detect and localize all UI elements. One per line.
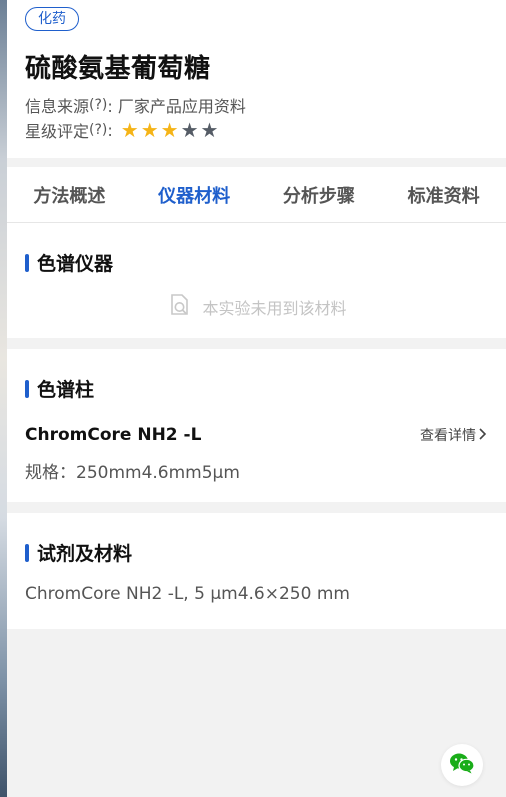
section-bar	[25, 253, 29, 272]
column-name: ChromCore NH2 -L	[25, 425, 202, 445]
view-details-link[interactable]: 查看详情	[420, 425, 488, 445]
rating-separator: :	[107, 120, 113, 140]
section-heading: 色谱仪器	[25, 249, 488, 276]
tab-analysis-steps[interactable]: 分析步骤	[257, 182, 382, 208]
background-strip	[0, 0, 7, 797]
column-spec: 规格：250mm4.6mm5μm	[25, 463, 240, 483]
category-tag: 化药	[25, 7, 79, 31]
rating-row: 星级评定 (?) : ★ ★ ★ ★ ★	[25, 120, 506, 141]
reagent-text: ChromCore NH2 -L, 5 μm4.6×250 mm	[25, 584, 350, 604]
star-icon: ★	[140, 118, 159, 142]
column-item: ChromCore NH2 -L 查看详情	[25, 425, 488, 445]
tab-instruments-materials[interactable]: 仪器材料	[132, 182, 257, 208]
tab-bar: 方法概述 仪器材料 分析步骤 标准资料	[7, 167, 506, 223]
rating-label: 星级评定	[25, 122, 90, 141]
document-search-icon	[166, 292, 202, 322]
star-icon: ★	[160, 118, 179, 142]
header: 化药 硫酸氨基葡萄糖 信息来源 (?) : 厂家产品应用资料 星级评定 (?) …	[7, 0, 506, 158]
page-title: 硫酸氨基葡萄糖	[25, 54, 211, 84]
source-row: 信息来源 (?) : 厂家产品应用资料	[25, 95, 506, 116]
page: 化药 硫酸氨基葡萄糖 信息来源 (?) : 厂家产品应用资料 星级评定 (?) …	[7, 0, 506, 797]
reagents-section: 试剂及材料 ChromCore NH2 -L, 5 μm4.6×250 mm	[7, 513, 506, 629]
section-bar	[25, 543, 29, 562]
empty-state: 本实验未用到该材料	[25, 292, 488, 322]
source-value: : 厂家产品应用资料	[107, 97, 246, 116]
section-heading: 试剂及材料	[25, 539, 488, 566]
section-bar	[25, 379, 29, 398]
empty-text: 本实验未用到该材料	[202, 299, 347, 318]
tab-standard-materials[interactable]: 标准资料	[381, 182, 506, 208]
chevron-right-icon	[478, 426, 488, 445]
section-title: 色谱仪器	[37, 253, 114, 275]
wechat-share-button[interactable]	[441, 744, 483, 786]
section-title: 试剂及材料	[37, 543, 133, 565]
help-icon[interactable]: (?)	[89, 122, 107, 138]
view-details-label: 查看详情	[420, 428, 476, 444]
star-rating: ★ ★ ★ ★ ★	[121, 120, 221, 140]
help-icon[interactable]: (?)	[89, 97, 107, 113]
star-icon: ★	[180, 118, 199, 142]
tab-method-overview[interactable]: 方法概述	[7, 182, 132, 208]
column-section: 色谱柱 ChromCore NH2 -L 查看详情 规格：250mm4.6mm5…	[7, 349, 506, 502]
section-title: 色谱柱	[37, 379, 95, 401]
star-icon: ★	[200, 118, 219, 142]
wechat-icon	[449, 752, 475, 778]
instrument-section: 色谱仪器 本实验未用到该材料	[7, 223, 506, 338]
star-icon: ★	[120, 118, 139, 142]
source-label: 信息来源	[25, 97, 90, 116]
section-heading: 色谱柱	[25, 375, 488, 402]
